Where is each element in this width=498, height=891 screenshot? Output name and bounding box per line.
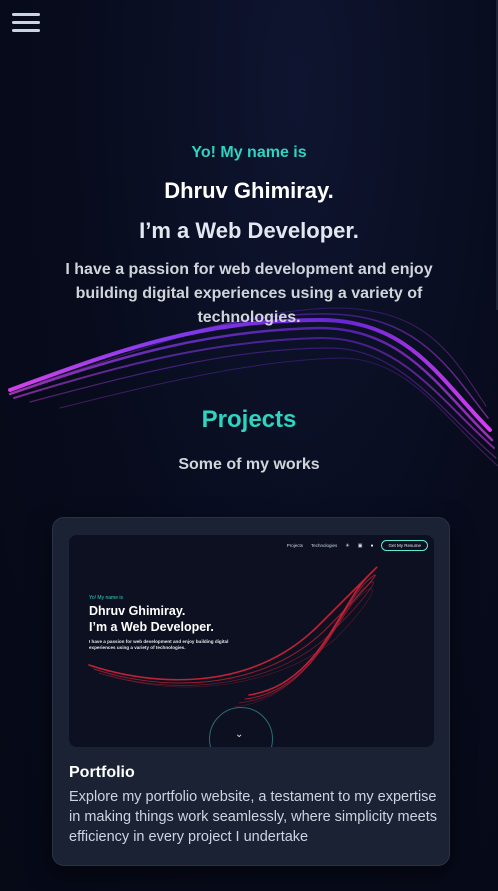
page: Yo! My name is Dhruv Ghimiray. I’m a Web… [0, 0, 498, 891]
project-description: Explore my portfolio website, a testamen… [69, 789, 437, 845]
preview-nav-link: Projects [286, 543, 303, 548]
preview-description: I have a passion for web development and… [89, 639, 229, 650]
hero-section: Yo! My name is Dhruv Ghimiray. I’m a Web… [0, 142, 498, 330]
preview-name: Dhruv Ghimiray. [89, 604, 186, 618]
preview-name-block: Dhruv Ghimiray. I’m a Web Developer. [89, 603, 214, 635]
preview-resume-button: Get My Resume [381, 540, 428, 551]
preview-greeting: Yo! My name is [89, 595, 123, 601]
github-icon: ● [370, 542, 374, 549]
sun-icon: ☀ [345, 542, 350, 549]
hamburger-menu-icon[interactable] [12, 12, 40, 34]
hero-name: Dhruv Ghimiray. [164, 178, 334, 203]
project-title: Portfolio [69, 764, 135, 781]
hero-description: I have a passion for web development and… [65, 261, 433, 326]
hero-role: I’m a Web Developer. [139, 218, 359, 243]
menu-bar [12, 29, 40, 32]
project-preview-image[interactable]: Projects Technologies ☀ ▣ ● Get My Resum… [69, 535, 434, 747]
hero-greeting: Yo! My name is [191, 144, 307, 161]
preview-nav-link: Technologies [310, 543, 338, 548]
linkedin-icon: ▣ [357, 542, 363, 549]
projects-subtitle: Some of my works [178, 456, 320, 473]
menu-bar [12, 21, 40, 24]
project-card-portfolio[interactable]: Projects Technologies ☀ ▣ ● Get My Resum… [52, 517, 450, 866]
chevron-down-icon: ⌄ [235, 729, 244, 740]
projects-title: Projects [201, 406, 297, 433]
preview-role: I’m a Web Developer. [89, 620, 214, 634]
preview-navbar: Projects Technologies ☀ ▣ ● Get My Resum… [287, 540, 428, 551]
menu-bar [12, 13, 40, 16]
